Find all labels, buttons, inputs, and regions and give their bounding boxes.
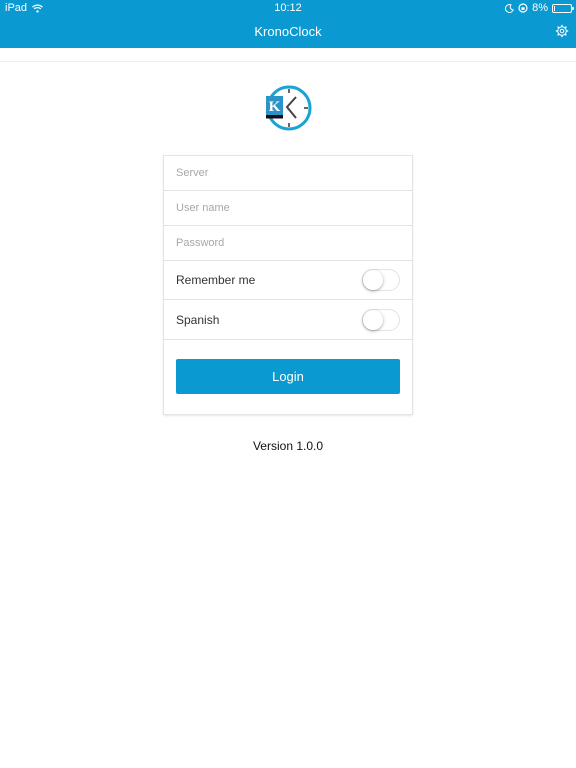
version-label: Version 1.0.0 xyxy=(252,439,324,453)
battery-percent: 8% xyxy=(532,2,548,14)
password-input[interactable] xyxy=(176,226,404,260)
clock-logo-icon: K xyxy=(266,85,312,131)
spanish-toggle[interactable] xyxy=(362,309,400,331)
status-right: 8% xyxy=(505,2,574,14)
status-bar: iPad 10:12 8% xyxy=(0,0,576,16)
server-input[interactable] xyxy=(176,156,404,190)
rotation-lock-icon xyxy=(518,3,528,13)
spanish-label: Spanish xyxy=(176,313,220,327)
navbar: KronoClock xyxy=(0,16,576,48)
battery-icon xyxy=(552,3,574,13)
header-divider xyxy=(0,61,576,62)
login-button[interactable]: Login xyxy=(176,359,400,394)
gear-icon[interactable] xyxy=(555,24,569,38)
username-input[interactable] xyxy=(176,191,404,225)
moon-icon xyxy=(505,3,515,13)
username-row xyxy=(164,191,412,226)
password-row xyxy=(164,226,412,261)
status-time: 10:12 xyxy=(274,2,302,14)
remember-me-row: Remember me xyxy=(164,260,412,300)
remember-me-toggle[interactable] xyxy=(362,269,400,291)
toggle-knob xyxy=(363,310,383,330)
server-row xyxy=(164,156,412,191)
page-title: KronoClock xyxy=(254,24,322,39)
login-card: Remember me Spanish Login xyxy=(164,156,412,414)
spanish-row: Spanish xyxy=(164,300,412,340)
remember-me-label: Remember me xyxy=(176,273,256,287)
logo-letter: K xyxy=(269,99,281,115)
toggle-knob xyxy=(363,270,383,290)
